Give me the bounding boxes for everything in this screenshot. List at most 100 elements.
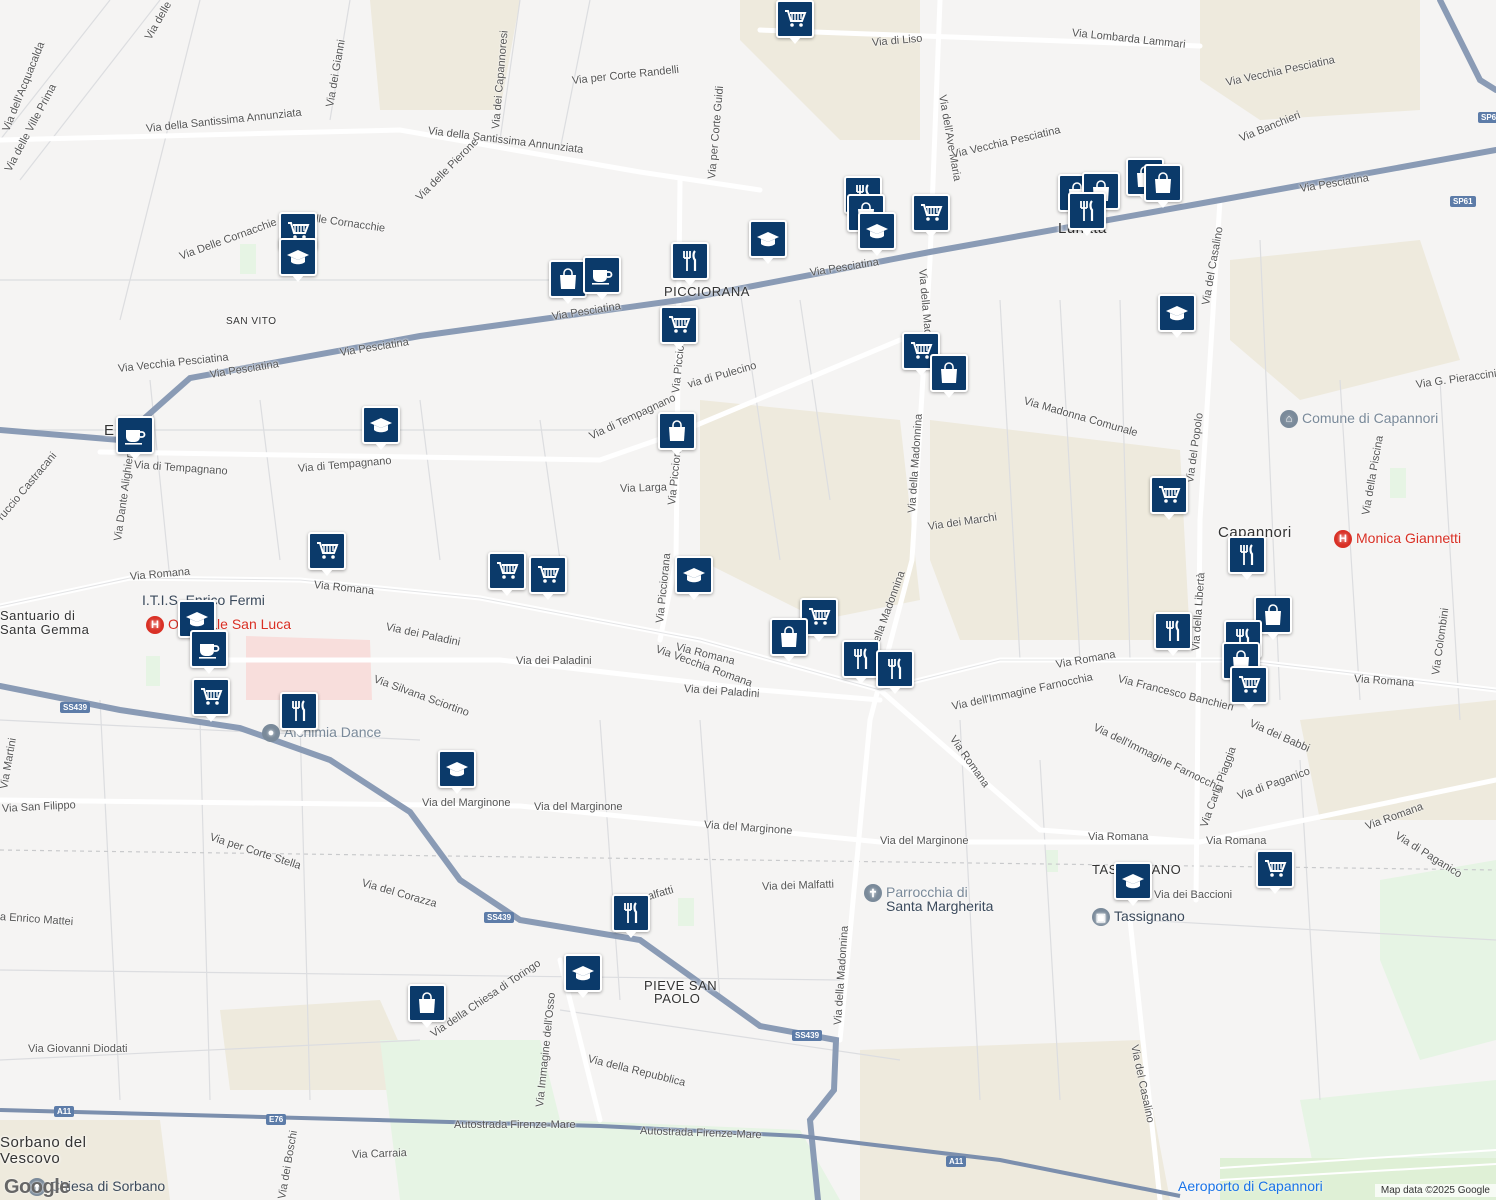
shopping-marker[interactable]: [770, 618, 808, 662]
road-shield: A11: [54, 1106, 75, 1117]
restaurant-marker[interactable]: [280, 692, 318, 736]
shopping-icon: [415, 991, 439, 1015]
school-marker[interactable]: [564, 954, 602, 998]
shopping-icon: [937, 361, 961, 385]
poi-name: Santa Margherita: [886, 898, 994, 914]
school-icon: [1121, 869, 1145, 893]
poi-label[interactable]: Aeroporto di Capannori: [1178, 1178, 1323, 1194]
restaurant-icon: [678, 249, 702, 273]
school-marker[interactable]: [438, 750, 476, 794]
hospital-icon: H: [1334, 530, 1352, 548]
restaurant-icon: [287, 699, 311, 723]
shopping-icon: [556, 267, 580, 291]
street-label: Via Larga: [619, 481, 668, 495]
shopping-icon: [665, 419, 689, 443]
grocery-marker[interactable]: [1150, 476, 1188, 520]
grocery-marker[interactable]: [660, 306, 698, 350]
school-icon: [185, 607, 209, 631]
grocery-icon: [807, 605, 831, 629]
restaurant-icon: [849, 647, 873, 671]
grocery-marker[interactable]: [529, 556, 567, 600]
grocery-icon: [495, 559, 519, 583]
restaurant-icon: [1235, 543, 1259, 567]
place-label: E: [104, 422, 115, 439]
street-label: Via Giovanni Diodati: [28, 1043, 128, 1055]
grocery-icon: [919, 201, 943, 225]
map-attribution[interactable]: Map data ©2025 Google: [1374, 1184, 1496, 1197]
street-label: Via Romana: [1088, 831, 1149, 843]
cafe-marker[interactable]: [116, 416, 154, 460]
restaurant-marker[interactable]: [1068, 192, 1106, 236]
hospital-icon: H: [146, 616, 164, 634]
restaurant-marker[interactable]: [1228, 536, 1266, 580]
street-label: Via del Marginone: [534, 801, 623, 813]
road-shield: SS439: [792, 1030, 823, 1041]
poi-label[interactable]: ▣ Tassignano: [1092, 908, 1185, 926]
grocery-marker[interactable]: [1256, 850, 1294, 894]
restaurant-marker[interactable]: [876, 650, 914, 694]
school-marker[interactable]: [675, 556, 713, 600]
school-icon: [682, 563, 706, 587]
restaurant-marker[interactable]: [1154, 612, 1192, 656]
google-logo: Google: [4, 1176, 70, 1198]
grocery-marker[interactable]: [912, 194, 950, 238]
road-shield: A11: [946, 1156, 967, 1167]
school-marker[interactable]: [1158, 294, 1196, 338]
place-label: PICCIORANA: [664, 284, 750, 299]
restaurant-icon: [1161, 619, 1185, 643]
school-marker[interactable]: [858, 212, 896, 256]
shopping-marker[interactable]: [408, 984, 446, 1028]
restaurant-icon: [1075, 199, 1099, 223]
grocery-icon: [1263, 857, 1287, 881]
school-icon: [286, 245, 310, 269]
grocery-icon: [199, 685, 223, 709]
poi-label[interactable]: Santa Margherita: [886, 898, 993, 914]
grocery-marker[interactable]: [488, 552, 526, 596]
civic-icon: ⌂: [1280, 410, 1298, 428]
cafe-marker[interactable]: [190, 630, 228, 674]
cafe-icon: [123, 423, 147, 447]
road-shield: SS439: [484, 912, 515, 923]
school-marker[interactable]: [749, 220, 787, 264]
road-shield: SP61: [1450, 196, 1476, 207]
restaurant-icon: [619, 901, 643, 925]
shopping-icon: [1261, 603, 1285, 627]
rail-icon: ▣: [1092, 908, 1110, 926]
road-shield: SP61: [1478, 112, 1496, 123]
poi-name: Monica Giannetti: [1356, 530, 1462, 546]
grocery-marker[interactable]: [1230, 666, 1268, 710]
shopping-marker[interactable]: [658, 412, 696, 456]
grocery-marker[interactable]: [308, 532, 346, 576]
shopping-marker[interactable]: [930, 354, 968, 398]
place-label: Santuario di: [0, 608, 76, 623]
road-shield: E76: [266, 1114, 287, 1125]
street-label: Autostrada Firenze-Mare: [454, 1119, 576, 1131]
poi-label[interactable]: ⌂ Comune di Capannori: [1280, 410, 1438, 428]
cafe-marker[interactable]: [583, 256, 621, 300]
restaurant-marker[interactable]: [842, 640, 880, 684]
grocery-marker[interactable]: [192, 678, 230, 722]
street-label: Via dei Paladini: [516, 655, 592, 667]
shopping-marker[interactable]: [1144, 164, 1182, 208]
school-marker[interactable]: [1114, 862, 1152, 906]
grocery-icon: [1157, 483, 1181, 507]
poi-label[interactable]: H Monica Giannetti: [1334, 530, 1462, 548]
restaurant-marker[interactable]: [612, 894, 650, 938]
shopping-marker[interactable]: [549, 260, 587, 304]
church-icon: ✝: [864, 884, 882, 902]
grocery-marker[interactable]: [776, 0, 814, 44]
place-label: Vescovo: [0, 1150, 61, 1167]
school-icon: [1165, 301, 1189, 325]
school-icon: [445, 757, 469, 781]
cafe-icon: [590, 263, 614, 287]
map-canvas[interactable]: Via delle Ville Prima Via dell'Acquacalda…: [0, 0, 1496, 1200]
school-icon: [369, 413, 393, 437]
road-shield: SS439: [60, 702, 91, 713]
street-label: Via del Marginone: [422, 797, 511, 809]
school-marker[interactable]: [279, 238, 317, 282]
school-marker[interactable]: [362, 406, 400, 450]
place-label: Santa Gemma: [0, 622, 90, 637]
shopping-icon: [1151, 171, 1175, 195]
restaurant-marker[interactable]: [671, 242, 709, 286]
shopping-icon: [777, 625, 801, 649]
